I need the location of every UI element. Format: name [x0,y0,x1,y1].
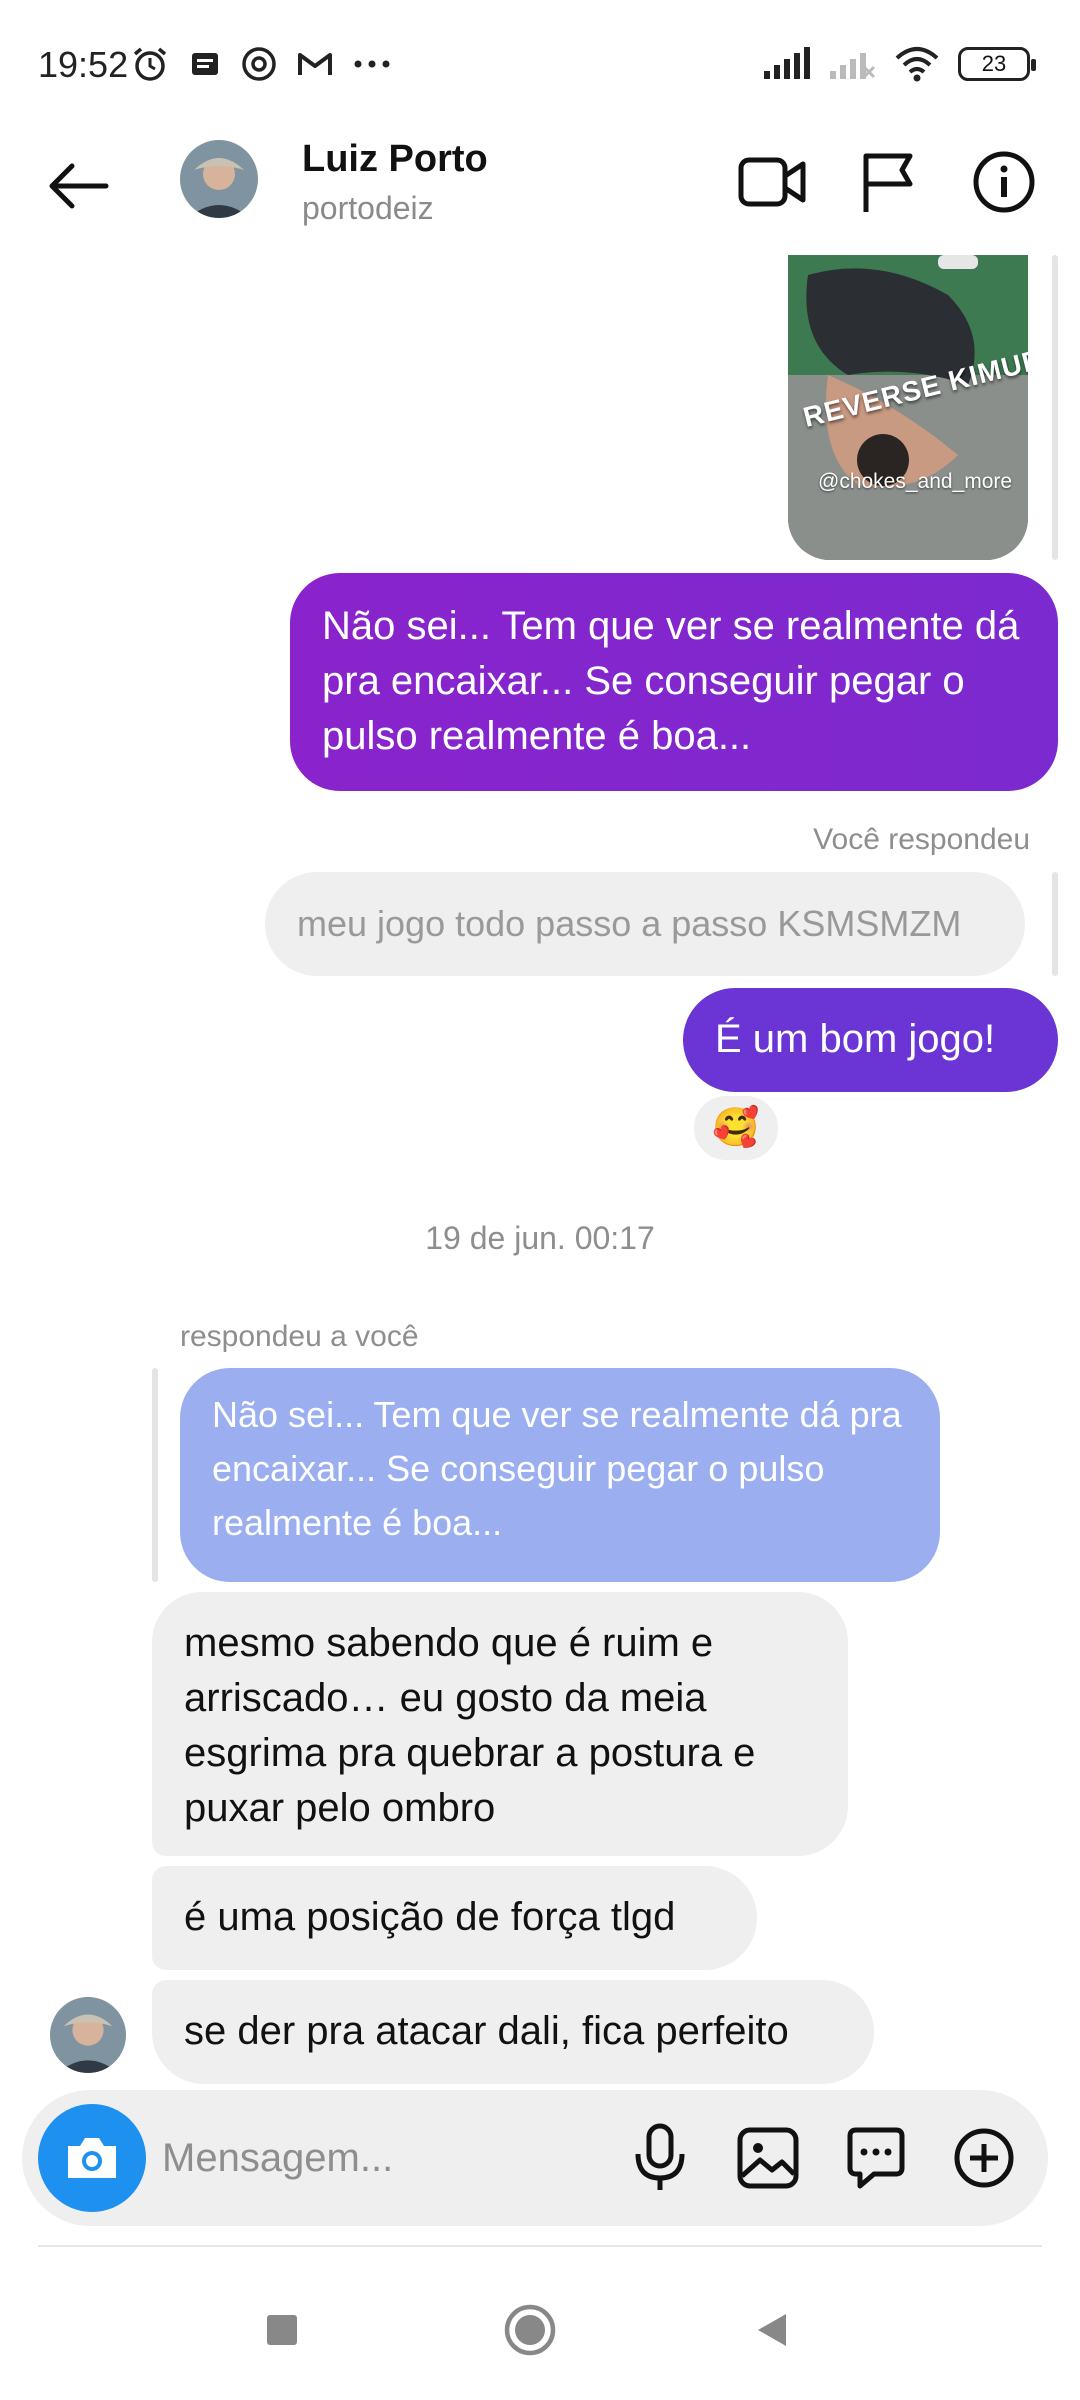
video-call-icon [738,157,806,207]
voice-message-button[interactable] [624,2118,696,2198]
info-icon [973,151,1035,213]
sticker-icon [847,2127,905,2189]
divider [38,2245,1042,2247]
shared-media-card[interactable]: REVERSE KIMURA @chokes_and_more [788,255,1028,560]
quoted-message-incoming[interactable]: Não sei... Tem que ver se realmente dá p… [180,1368,940,1582]
outgoing-message[interactable]: Não sei... Tem que ver se realmente dá p… [290,573,1058,791]
message-timestamp: 19 de jun. 00:17 [425,1220,655,1256]
battery-icon: 23 [958,47,1036,81]
back-arrow-icon [49,163,109,209]
more-options-button[interactable] [948,2118,1020,2198]
reply-indicator-line [1052,255,1058,560]
contact-name[interactable]: Luiz Porto [302,138,488,181]
signal-2-icon [830,53,876,79]
more-dots-icon [354,60,390,68]
info-button[interactable] [968,146,1040,218]
square-icon [267,2315,297,2345]
sticker-button[interactable] [840,2118,912,2198]
alarm-icon [133,47,167,81]
reply-indicator-line [152,1368,158,1582]
video-call-button[interactable] [736,146,808,218]
incoming-message[interactable]: se der pra atacar dali, fica perfeito [152,1980,874,2084]
message-composer [22,2090,1048,2226]
status-time: 19:52 [38,44,129,85]
camera-button[interactable] [38,2104,146,2212]
camera-icon [68,2138,116,2178]
flag-icon [863,153,913,212]
home-circle-icon [504,2304,556,2356]
microphone-icon [635,2123,685,2190]
you-replied-label: Você respondeu [813,823,1030,856]
quoted-message-outgoing[interactable]: meu jogo todo passo a passo KSMSMZM [265,872,1025,976]
header-actions [736,146,1040,218]
back-button[interactable] [38,146,118,226]
reaction-emoji: 🥰 [712,1107,760,1149]
gallery-button[interactable] [732,2118,804,2198]
message-input[interactable] [162,2120,592,2196]
status-left-icons [130,44,392,84]
replied-to-you-label: respondeu a você [180,1320,419,1353]
home-button[interactable] [490,2290,570,2370]
media-handle: @chokes_and_more [818,470,1013,493]
avatar-image [180,140,258,218]
signal-icon [764,47,810,79]
back-nav-button[interactable] [732,2290,812,2370]
avatar-image [50,1997,126,2073]
contact-username[interactable]: portodeiz [302,190,434,227]
reply-indicator-line [1052,872,1058,976]
reaction-badge[interactable]: 🥰 [690,1092,782,1164]
gmail-icon [298,53,332,75]
contact-avatar[interactable] [180,140,258,218]
chat-thread[interactable]: REVERSE KIMURA @chokes_and_more Não sei.… [0,255,1080,2110]
report-flag-button[interactable] [852,146,924,218]
outgoing-message[interactable]: É um bom jogo! [683,988,1058,1092]
gallery-icon [737,2127,799,2189]
wifi-icon [895,47,939,82]
notification-icon [192,53,218,75]
threads-icon [242,47,276,81]
composer-actions [624,2118,1020,2198]
incoming-message[interactable]: é uma posição de força tlgd [152,1866,757,1970]
status-right-icons: 23 [762,46,1036,82]
incoming-message[interactable]: mesmo sabendo que é ruim e arriscado… eu… [152,1592,848,1856]
triangle-back-icon [758,2314,786,2346]
system-nav-bar [0,2250,1080,2400]
chat-header: Luiz Porto portodeiz [0,120,1080,260]
status-bar: 19:52 23 [0,0,1080,120]
sender-avatar[interactable] [50,1997,126,2073]
plus-icon [954,2128,1014,2188]
recents-button[interactable] [242,2290,322,2370]
battery-level: 23 [981,51,1007,76]
